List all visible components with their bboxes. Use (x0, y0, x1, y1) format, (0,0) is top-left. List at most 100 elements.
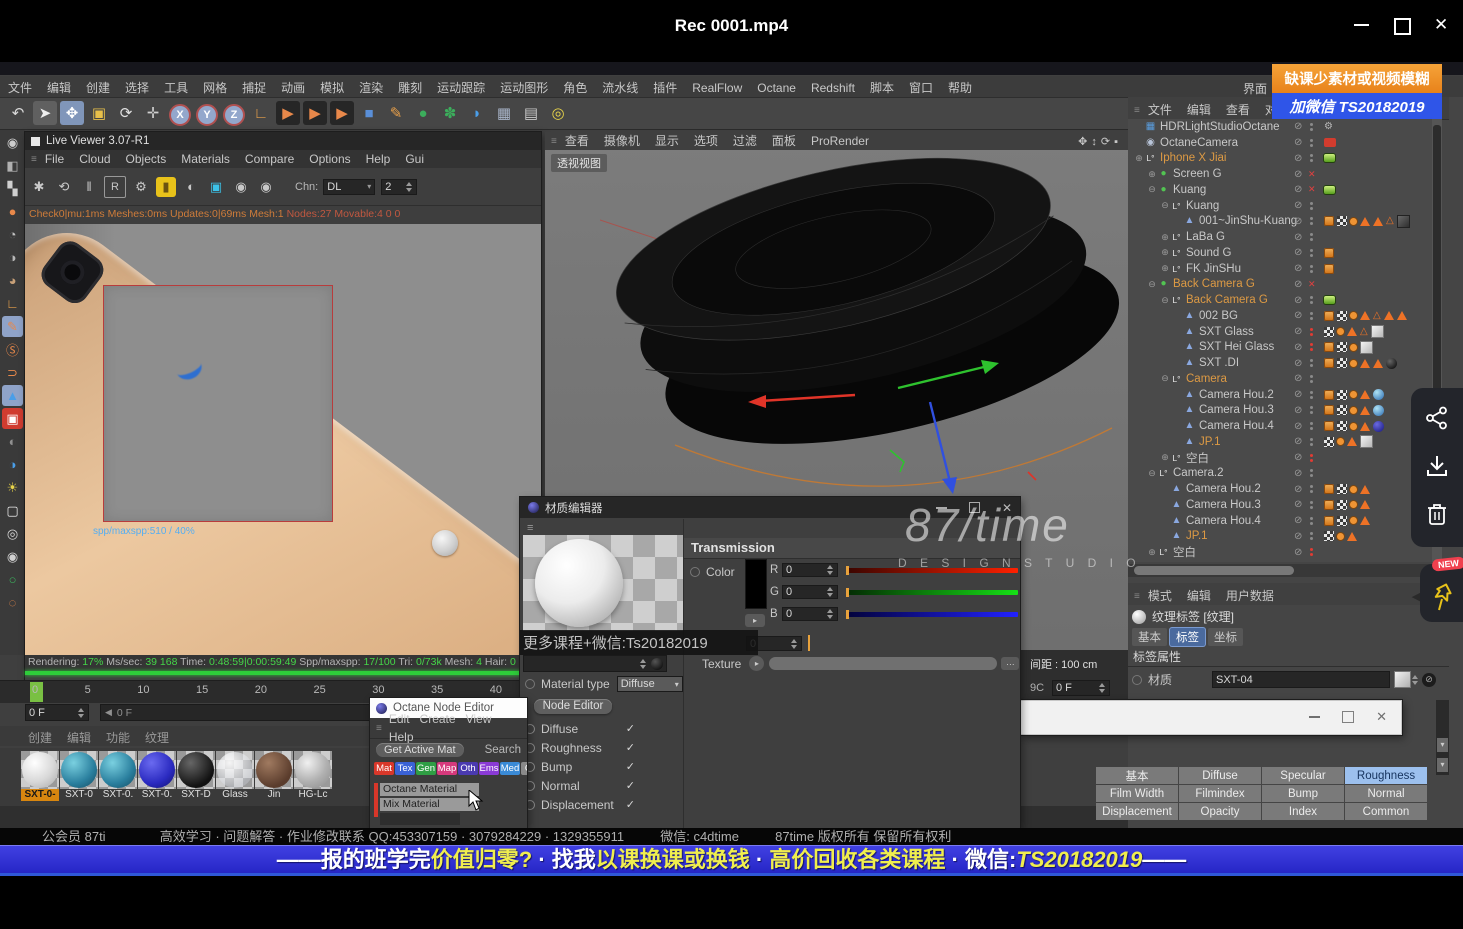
lv-menu-Options[interactable]: Options (309, 152, 350, 166)
hamburger-icon[interactable]: ≡ (31, 154, 37, 165)
ne-menu-View[interactable]: View (466, 712, 492, 726)
enabled-led[interactable] (1324, 186, 1335, 194)
object-tree-row[interactable]: ▲JP.1⊘ (1134, 529, 1432, 545)
object-label[interactable]: OctaneCamera (1160, 137, 1238, 149)
dot-toggles[interactable] (1310, 357, 1314, 369)
paint-icon[interactable]: ◗ (465, 102, 489, 126)
channel-value-field[interactable]: 0 (782, 563, 838, 577)
toggle-view-icon[interactable]: ▪ (1114, 136, 1122, 148)
region-render-box[interactable] (103, 285, 333, 522)
halfsphere-blue-icon[interactable]: ◑ (2, 454, 23, 475)
render-off-icon[interactable]: ✕ (1308, 169, 1316, 180)
object-tree-row[interactable]: ⊕L°空白⊘ (1134, 544, 1432, 560)
dot-tag-icon[interactable] (1350, 218, 1357, 225)
object-tree-row[interactable]: ▲JP.1⊘ (1134, 434, 1432, 450)
trash-icon[interactable] (1425, 502, 1449, 526)
dot-tag-icon[interactable] (1350, 486, 1357, 493)
expand-icon[interactable]: ⊕ (1147, 169, 1157, 180)
visibility-icon[interactable]: ⊘ (1294, 200, 1302, 211)
tri-tag-icon[interactable] (1347, 437, 1357, 446)
material-thumb[interactable]: SXT-0. (99, 751, 137, 801)
pen-tablet-icon[interactable]: ✎ (2, 316, 23, 337)
dot-toggles[interactable] (1310, 263, 1314, 275)
visibility-icon[interactable]: ⊘ (1294, 263, 1302, 274)
object-label[interactable]: Iphone X Jiai (1160, 152, 1227, 164)
visibility-icon[interactable]: ⊘ (1294, 452, 1302, 463)
visibility-icon[interactable]: ⊘ (1294, 295, 1302, 306)
texw-tag-icon[interactable] (1360, 341, 1373, 354)
object-tree-row[interactable]: ◉OctaneCamera⊘ (1134, 135, 1432, 151)
material-thumb[interactable]: SXT-0 (60, 751, 98, 801)
visibility-icon[interactable]: ⊘ (1294, 358, 1302, 369)
dot-toggles[interactable] (1310, 404, 1314, 416)
channel-toggle-row[interactable]: Displacement✓ (525, 795, 635, 814)
channel-toggle-row[interactable]: Roughness✓ (525, 738, 635, 757)
channel-value-field[interactable]: 0 (782, 585, 838, 599)
render-queue-icon[interactable]: ▶ (330, 101, 354, 125)
frame-field[interactable]: 0 F (25, 704, 89, 721)
object-tree-row[interactable]: ⊕L°FK JinSHu⊘ (1134, 261, 1432, 277)
l-spline-icon[interactable]: ∟ (2, 293, 23, 314)
texd-tag-icon[interactable] (1397, 215, 1410, 228)
lv-menu-Cloud[interactable]: Cloud (79, 152, 110, 166)
channel-select[interactable]: DL▾ (323, 179, 375, 195)
render-settings-icon[interactable]: ▶ (303, 101, 327, 125)
object-label[interactable]: 001~JinShu-Kuang (1199, 215, 1297, 227)
sphere-a-icon[interactable]: ◔ (2, 224, 23, 245)
object-tree-row[interactable]: ▲Camera Hou.2⊘ (1134, 481, 1432, 497)
checkmark-icon[interactable]: ✓ (626, 798, 635, 811)
texture-expand-button[interactable]: ▸ (749, 656, 764, 671)
sphere-icon[interactable]: ● (411, 102, 435, 126)
matmgr-menu-编辑[interactable]: 编辑 (67, 729, 91, 746)
share-icon[interactable] (1425, 406, 1449, 430)
sq-tag-icon[interactable] (1324, 342, 1334, 352)
tri-tag-icon[interactable] (1347, 532, 1357, 541)
channel-toggle-row[interactable]: Bump✓ (525, 757, 635, 776)
render-view-icon[interactable]: ▶ (276, 101, 300, 125)
object-tree-row[interactable]: ▲Camera Hou.4⊘ (1134, 513, 1432, 529)
visibility-icon[interactable]: ⊘ (1294, 310, 1302, 321)
visibility-icon[interactable]: ⊘ (1294, 279, 1302, 290)
tri-tag-icon[interactable] (1360, 406, 1370, 415)
object-label[interactable]: JP.1 (1199, 436, 1221, 448)
object-tree-row[interactable]: ⊖L°Camera⊘ (1134, 371, 1432, 387)
visibility-icon[interactable]: ⊘ (1294, 247, 1302, 258)
render-off-icon[interactable]: ✕ (1308, 184, 1316, 195)
pan-view-icon[interactable]: ✥ (1078, 136, 1091, 148)
ball-preview-icon[interactable]: ◐ (181, 177, 201, 197)
visibility-icon[interactable]: ⊘ (1294, 232, 1302, 243)
mat-tab-Bump[interactable]: Bump (1262, 785, 1344, 802)
tri-tag-icon[interactable] (1360, 217, 1370, 226)
dot-toggles[interactable] (1310, 231, 1314, 243)
menu-工具[interactable]: 工具 (164, 79, 188, 96)
menu-捕捉[interactable]: 捕捉 (242, 79, 266, 96)
enabled-led[interactable] (1324, 296, 1335, 304)
chk-tag-icon[interactable] (1337, 216, 1347, 226)
dot-tag-icon[interactable] (1350, 423, 1357, 430)
expand-icon[interactable]: ⊖ (1160, 373, 1170, 384)
mat-tab-Filmindex[interactable]: Filmindex (1179, 785, 1261, 802)
object-tree-row[interactable]: ⊕L°Sound G⊘ (1134, 245, 1432, 261)
dot-toggles[interactable] (1310, 373, 1314, 385)
expand-icon[interactable]: ⊖ (1147, 279, 1157, 290)
expand-icon[interactable]: ⊕ (1160, 263, 1170, 274)
scale-icon[interactable]: ▣ (87, 101, 111, 125)
object-label[interactable]: Back Camera G (1173, 278, 1255, 290)
dot-toggles[interactable] (1310, 436, 1314, 448)
dot-toggles[interactable] (1310, 515, 1314, 527)
mat-tab-基本[interactable]: 基本 (1096, 767, 1178, 784)
render-view[interactable]: spp/maxspp:510 / 40% (25, 224, 541, 655)
object-tree-row[interactable]: ⊖●Kuang⊘✕ (1134, 182, 1432, 198)
dot-toggles[interactable] (1310, 247, 1314, 259)
object-label[interactable]: Back Camera G (1186, 294, 1268, 306)
object-label[interactable]: Kuang (1186, 200, 1219, 212)
expand-icon[interactable]: ⊕ (1134, 153, 1144, 164)
tri-tag-icon[interactable] (1373, 217, 1383, 226)
object-label[interactable]: SXT Glass (1199, 326, 1254, 338)
tri-tag-icon[interactable] (1360, 516, 1370, 525)
material-thumb[interactable]: SXT-0. (138, 751, 176, 801)
checkmark-icon[interactable]: ✓ (626, 760, 635, 773)
dot-tag-icon[interactable] (1350, 407, 1357, 414)
render-off-icon[interactable]: ✕ (1308, 279, 1316, 290)
hamburger-icon[interactable]: ≡ (376, 723, 382, 734)
